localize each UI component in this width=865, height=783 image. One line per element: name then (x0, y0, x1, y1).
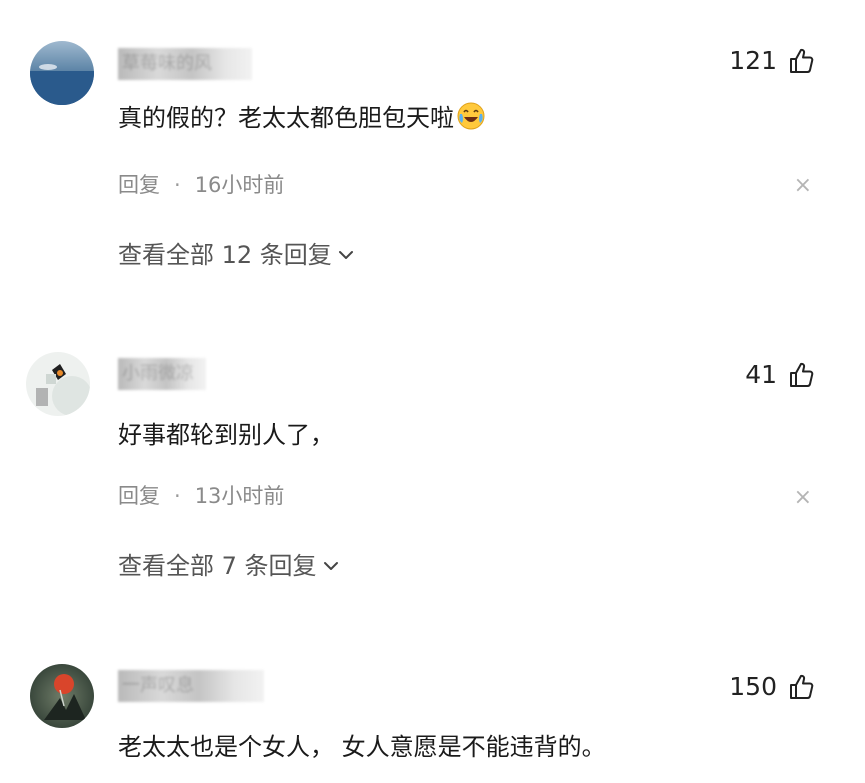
username[interactable]: 一声叹息 (118, 670, 264, 702)
comment-text: 真的假的？老太太都色胆包天啦 (118, 101, 486, 135)
like-button[interactable]: 121 (729, 46, 815, 75)
like-count: 121 (729, 46, 777, 75)
username[interactable]: 草莓味的风 (118, 48, 252, 80)
view-replies-button[interactable]: 查看全部 7 条回复 (118, 550, 339, 582)
reply-button[interactable]: 回复 (118, 482, 160, 510)
separator-dot: · (174, 484, 181, 508)
avatar-image (26, 352, 90, 416)
crying-laughing-emoji-icon (457, 102, 485, 130)
username[interactable]: 小雨微凉 (118, 358, 206, 390)
like-count: 150 (729, 672, 777, 701)
close-icon[interactable]: × (794, 484, 812, 512)
avatar[interactable] (26, 352, 90, 416)
like-button[interactable]: 150 (729, 672, 815, 701)
avatar[interactable] (30, 664, 94, 728)
timestamp: 13小时前 (194, 484, 285, 508)
thumbs-up-outline-icon (790, 674, 814, 699)
like-button[interactable]: 41 (745, 360, 815, 389)
comment-text: 老太太也是个女人， 女人意愿是不能违背的。 (118, 733, 606, 761)
chevron-down-icon (323, 562, 338, 570)
timestamp: 16小时前 (194, 173, 285, 197)
view-replies-label: 查看全部 7 条回复 (118, 552, 317, 580)
view-replies-label: 查看全部 12 条回复 (118, 241, 332, 269)
comment-meta: 回复 · 16小时前 (118, 171, 284, 199)
separator-dot: · (174, 173, 181, 197)
reply-button[interactable]: 回复 (118, 171, 160, 199)
avatar-image (30, 664, 94, 728)
view-replies-button[interactable]: 查看全部 12 条回复 (118, 239, 354, 271)
avatar-image (30, 41, 94, 105)
thumbs-up-outline-icon (790, 48, 814, 73)
comment-meta: 回复 · 13小时前 (118, 482, 284, 510)
avatar[interactable] (30, 41, 94, 105)
comment-text: 好事都轮到别人了， (118, 421, 334, 449)
chevron-down-icon (338, 251, 353, 259)
thumbs-up-outline-icon (790, 362, 814, 387)
close-icon[interactable]: × (794, 172, 812, 200)
like-count: 41 (745, 360, 777, 389)
